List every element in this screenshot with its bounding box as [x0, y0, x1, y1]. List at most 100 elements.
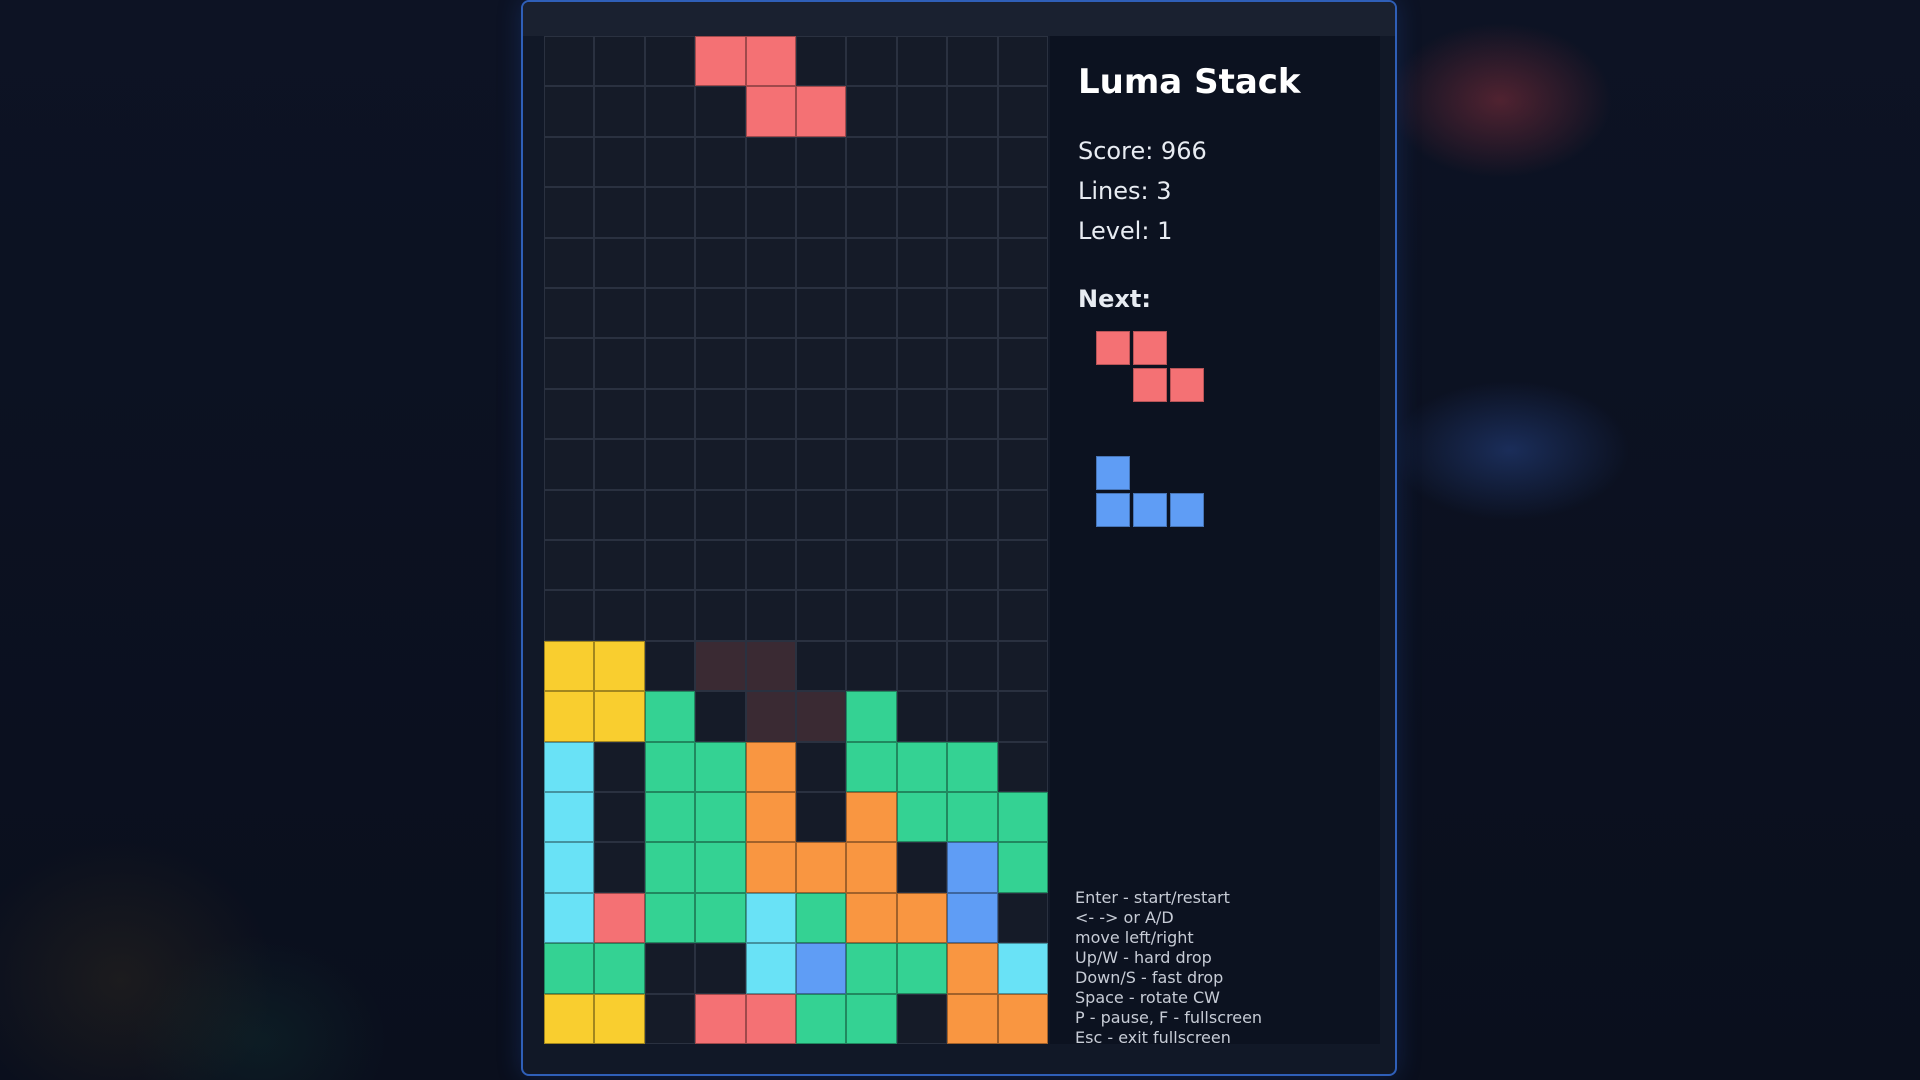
locked-block: [695, 792, 746, 843]
empty-cell: [947, 338, 998, 389]
locked-block: [594, 943, 645, 994]
locked-block: [644, 892, 696, 944]
next-piece-block: [1133, 331, 1167, 365]
empty-cell: [644, 590, 696, 641]
empty-cell: [644, 187, 696, 238]
empty-cell: [544, 590, 595, 641]
locked-block: [644, 741, 696, 792]
empty-cell: [695, 187, 746, 238]
empty-cell: [846, 338, 897, 389]
empty-cell: [846, 590, 897, 641]
empty-cell: [896, 489, 948, 540]
locked-block: [594, 892, 645, 944]
locked-block: [594, 640, 645, 692]
empty-cell: [594, 237, 645, 288]
next-piece-block: [1170, 493, 1204, 527]
empty-cell: [997, 86, 1048, 137]
empty-cell: [846, 489, 897, 540]
empty-cell: [947, 388, 998, 440]
locked-block: [745, 792, 796, 843]
empty-cell: [796, 640, 847, 692]
control-hint: Enter - start/restart: [1075, 888, 1230, 907]
empty-cell: [896, 136, 948, 188]
control-hint: move left/right: [1075, 928, 1194, 947]
locked-block: [947, 741, 998, 792]
empty-cell: [796, 388, 847, 440]
empty-cell: [695, 943, 746, 994]
empty-cell: [896, 187, 948, 238]
empty-cell: [544, 187, 595, 238]
empty-cell: [796, 136, 847, 188]
side-panel: Luma Stack Score: 966 Lines: 3 Level: 1 …: [1050, 36, 1380, 1047]
locked-block: [846, 792, 897, 843]
empty-cell: [544, 86, 595, 137]
empty-cell: [695, 388, 746, 440]
empty-cell: [695, 439, 746, 490]
empty-cell: [796, 792, 847, 843]
empty-cell: [796, 439, 847, 490]
empty-cell: [594, 792, 645, 843]
locked-block: [846, 892, 897, 944]
empty-cell: [644, 136, 696, 188]
empty-cell: [796, 540, 847, 591]
control-hint: Down/S - fast drop: [1075, 968, 1224, 987]
active-piece-block: [745, 36, 796, 87]
empty-cell: [896, 691, 948, 742]
locked-block: [846, 691, 897, 742]
next-piece-preview-1: [1096, 331, 1228, 411]
empty-cell: [695, 691, 746, 742]
game-window: Luma Stack Score: 966 Lines: 3 Level: 1 …: [521, 0, 1397, 1076]
empty-cell: [997, 237, 1048, 288]
locked-block: [745, 741, 796, 792]
empty-cell: [745, 590, 796, 641]
empty-cell: [544, 237, 595, 288]
control-hint: Up/W - hard drop: [1075, 948, 1212, 967]
empty-cell: [997, 288, 1048, 339]
locked-block: [644, 842, 696, 893]
empty-cell: [846, 540, 897, 591]
locked-block: [796, 993, 847, 1044]
empty-cell: [544, 388, 595, 440]
empty-cell: [594, 136, 645, 188]
empty-cell: [947, 36, 998, 87]
empty-cell: [896, 590, 948, 641]
empty-cell: [594, 187, 645, 238]
locked-block: [544, 741, 595, 792]
empty-cell: [997, 36, 1048, 87]
empty-cell: [896, 842, 948, 893]
locked-block: [594, 691, 645, 742]
empty-cell: [947, 237, 998, 288]
empty-cell: [644, 237, 696, 288]
next-piece-block: [1096, 493, 1130, 527]
empty-cell: [896, 288, 948, 339]
empty-cell: [594, 439, 645, 490]
empty-cell: [846, 136, 897, 188]
empty-cell: [695, 338, 746, 389]
empty-cell: [947, 640, 998, 692]
ghost-block: [745, 691, 796, 742]
empty-cell: [695, 237, 746, 288]
empty-cell: [896, 388, 948, 440]
empty-cell: [997, 892, 1048, 944]
controls-help: Enter - start/restart <- -> or A/D move le…: [1075, 888, 1262, 1048]
empty-cell: [745, 439, 796, 490]
empty-cell: [594, 842, 645, 893]
empty-cell: [745, 237, 796, 288]
empty-cell: [997, 691, 1048, 742]
active-piece-block: [745, 86, 796, 137]
game-board[interactable]: [544, 36, 1048, 1044]
locked-block: [997, 943, 1048, 994]
next-piece-block: [1096, 456, 1130, 490]
empty-cell: [745, 136, 796, 188]
empty-cell: [594, 489, 645, 540]
locked-block: [695, 993, 746, 1044]
empty-cell: [745, 489, 796, 540]
locked-block: [644, 792, 696, 843]
locked-block: [997, 993, 1048, 1044]
active-piece-block: [695, 36, 746, 87]
empty-cell: [947, 136, 998, 188]
empty-cell: [846, 86, 897, 137]
empty-cell: [896, 86, 948, 137]
empty-cell: [896, 36, 948, 87]
empty-cell: [594, 36, 645, 87]
